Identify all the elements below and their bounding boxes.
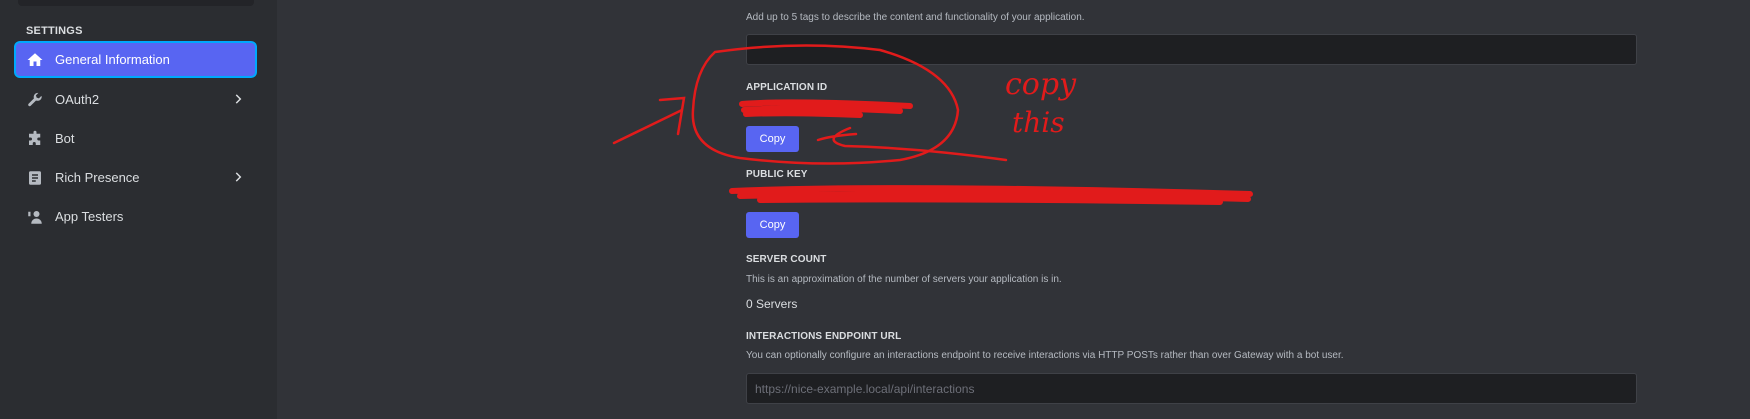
sidebar-item-rich-presence[interactable]: Rich Presence <box>16 161 255 194</box>
home-icon <box>26 51 44 69</box>
annotation-text-this: this <box>1012 106 1065 139</box>
sidebar: SETTINGS General Information OAuth2 Bot … <box>0 0 277 419</box>
tags-description: Add up to 5 tags to describe the content… <box>746 12 1085 23</box>
server-count-description: This is an approximation of the number o… <box>746 274 1062 285</box>
server-count-value: 0 Servers <box>746 297 798 311</box>
interactions-endpoint-description: You can optionally configure an interact… <box>746 350 1344 361</box>
arrow-annotation <box>612 96 686 145</box>
copy-application-id-button[interactable]: Copy <box>746 126 799 152</box>
wrench-icon <box>26 91 44 109</box>
sidebar-item-oauth2[interactable]: OAuth2 <box>16 83 255 116</box>
sidebar-top-bar <box>18 0 254 6</box>
settings-section-label: SETTINGS <box>26 25 83 37</box>
sidebar-item-label: OAuth2 <box>55 92 100 107</box>
sidebar-item-app-testers[interactable]: App Testers <box>16 200 255 233</box>
public-key-label: PUBLIC KEY <box>746 169 808 180</box>
document-icon <box>26 169 44 187</box>
sidebar-item-bot[interactable]: Bot <box>16 122 255 155</box>
arrow-annotation <box>816 126 1008 162</box>
chevron-right-icon <box>231 92 245 106</box>
tags-input[interactable] <box>746 34 1637 65</box>
sidebar-item-label: General Information <box>55 52 170 67</box>
annotation-text-copy: copy <box>1005 67 1077 102</box>
person-phone-icon <box>26 208 44 226</box>
application-id-label: APPLICATION ID <box>746 82 828 93</box>
server-count-label: SERVER COUNT <box>746 254 827 265</box>
interactions-endpoint-label: INTERACTIONS ENDPOINT URL <box>746 331 902 342</box>
puzzle-icon <box>26 130 44 148</box>
sidebar-item-label: Bot <box>55 131 75 146</box>
interactions-endpoint-input[interactable]: https://nice-example.local/api/interacti… <box>746 373 1637 404</box>
redaction-scribble <box>739 99 913 118</box>
copy-public-key-button[interactable]: Copy <box>746 212 799 238</box>
sidebar-item-label: Rich Presence <box>55 170 140 185</box>
chevron-right-icon <box>231 170 245 184</box>
sidebar-item-label: App Testers <box>55 209 124 224</box>
sidebar-item-general-information[interactable]: General Information <box>16 43 255 76</box>
redaction-scribble <box>729 185 1253 205</box>
